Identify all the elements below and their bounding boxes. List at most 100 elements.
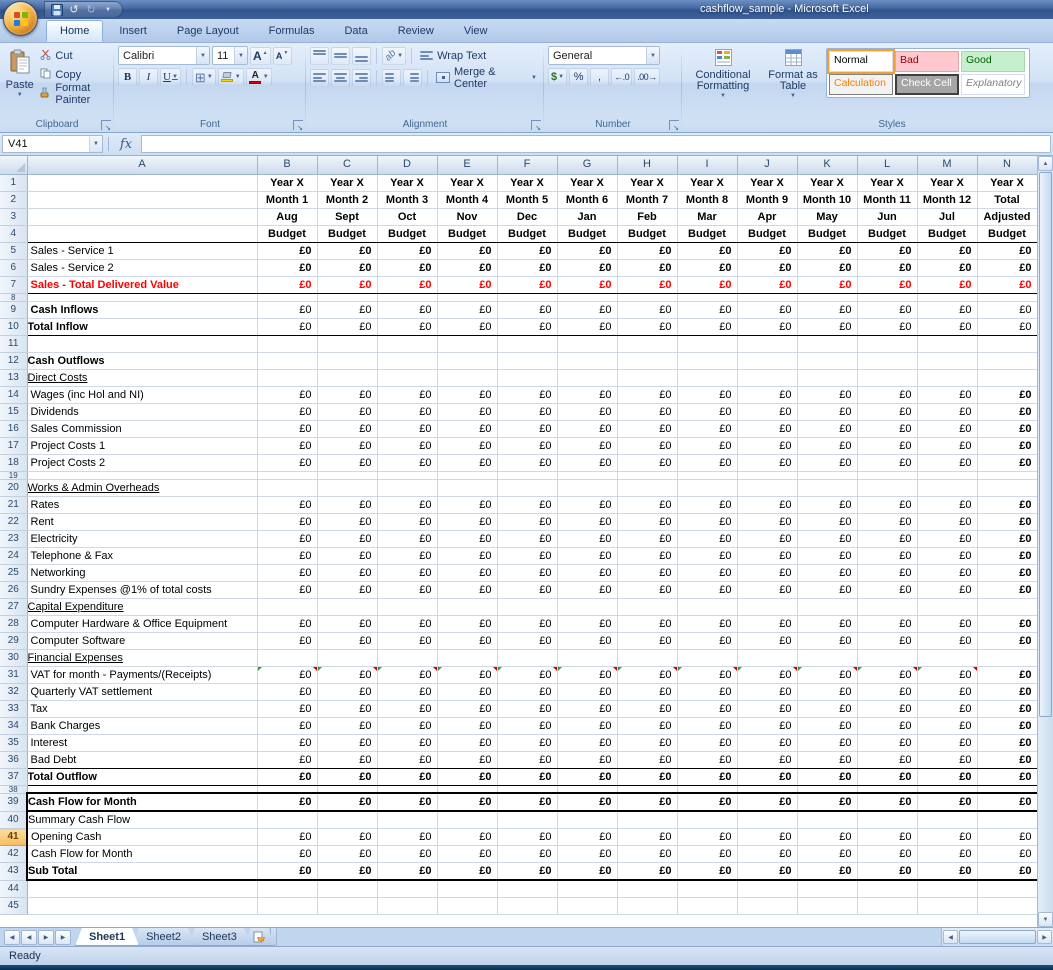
cell-K18[interactable]: £0	[797, 454, 857, 471]
cell-J42[interactable]: £0	[737, 846, 797, 863]
col-header-H[interactable]: H	[617, 156, 677, 174]
cell-N11[interactable]	[977, 335, 1037, 352]
row-header-31[interactable]: 31	[0, 666, 27, 683]
cell-I29[interactable]: £0	[677, 632, 737, 649]
cell-G31[interactable]: £0	[557, 666, 617, 683]
cell-B4[interactable]: Budget	[257, 225, 317, 242]
cell-M5[interactable]: £0	[917, 242, 977, 259]
cell-I44[interactable]	[677, 880, 737, 897]
cell-I45[interactable]	[677, 897, 737, 914]
cell-H15[interactable]: £0	[617, 403, 677, 420]
cell-H4[interactable]: Budget	[617, 225, 677, 242]
cell-F35[interactable]: £0	[497, 734, 557, 751]
cell-J35[interactable]: £0	[737, 734, 797, 751]
cell-E40[interactable]	[437, 811, 497, 829]
cell-H14[interactable]: £0	[617, 386, 677, 403]
cell-B10[interactable]: £0	[257, 318, 317, 335]
cell-K30[interactable]	[797, 649, 857, 666]
cell-D43[interactable]: £0	[377, 863, 437, 881]
cell-N19[interactable]	[977, 471, 1037, 479]
cell-M6[interactable]: £0	[917, 259, 977, 276]
cell-N2[interactable]: Total	[977, 191, 1037, 208]
cell-N25[interactable]: £0	[977, 564, 1037, 581]
cell-B22[interactable]: £0	[257, 513, 317, 530]
cell-A40[interactable]: Summary Cash Flow	[27, 811, 257, 829]
cell-J3[interactable]: Apr	[737, 208, 797, 225]
cell-G17[interactable]: £0	[557, 437, 617, 454]
cell-A16[interactable]: Sales Commission	[27, 420, 257, 437]
cell-B3[interactable]: Aug	[257, 208, 317, 225]
cell-C28[interactable]: £0	[317, 615, 377, 632]
cell-K10[interactable]: £0	[797, 318, 857, 335]
cell-M31[interactable]: £0	[917, 666, 977, 683]
col-header-C[interactable]: C	[317, 156, 377, 174]
cell-N39[interactable]: £0	[977, 793, 1037, 811]
cell-C33[interactable]: £0	[317, 700, 377, 717]
cell-J14[interactable]: £0	[737, 386, 797, 403]
row-header-4[interactable]: 4	[0, 225, 27, 242]
cell-G7[interactable]: £0	[557, 276, 617, 293]
cell-F34[interactable]: £0	[497, 717, 557, 734]
cell-J38[interactable]	[737, 785, 797, 793]
cell-A10[interactable]: Total Inflow	[27, 318, 257, 335]
cell-J23[interactable]: £0	[737, 530, 797, 547]
cell-E10[interactable]: £0	[437, 318, 497, 335]
increase-decimal-button[interactable]: ←.0	[611, 68, 632, 86]
cell-H1[interactable]: Year X	[617, 174, 677, 191]
cell-H44[interactable]	[617, 880, 677, 897]
cell-L30[interactable]	[857, 649, 917, 666]
cell-D21[interactable]: £0	[377, 496, 437, 513]
cell-G32[interactable]: £0	[557, 683, 617, 700]
save-button[interactable]	[50, 2, 64, 17]
cell-E22[interactable]: £0	[437, 513, 497, 530]
cell-F45[interactable]	[497, 897, 557, 914]
cell-L33[interactable]: £0	[857, 700, 917, 717]
row-header-39[interactable]: 39	[0, 793, 27, 811]
cell-F42[interactable]: £0	[497, 846, 557, 863]
cell-I30[interactable]	[677, 649, 737, 666]
cell-B13[interactable]	[257, 369, 317, 386]
cell-I33[interactable]: £0	[677, 700, 737, 717]
cell-M25[interactable]: £0	[917, 564, 977, 581]
cell-C42[interactable]: £0	[317, 846, 377, 863]
cell-D31[interactable]: £0	[377, 666, 437, 683]
cell-D10[interactable]: £0	[377, 318, 437, 335]
cell-D35[interactable]: £0	[377, 734, 437, 751]
cell-N7[interactable]: £0	[977, 276, 1037, 293]
cell-D14[interactable]: £0	[377, 386, 437, 403]
cell-C24[interactable]: £0	[317, 547, 377, 564]
cell-J37[interactable]: £0	[737, 768, 797, 785]
cell-E42[interactable]: £0	[437, 846, 497, 863]
cell-N8[interactable]	[977, 293, 1037, 301]
cell-E21[interactable]: £0	[437, 496, 497, 513]
cell-D16[interactable]: £0	[377, 420, 437, 437]
cell-C11[interactable]	[317, 335, 377, 352]
font-dialog-launcher[interactable]	[293, 120, 303, 130]
cell-F38[interactable]	[497, 785, 557, 793]
cell-A38[interactable]	[27, 785, 257, 793]
cell-M10[interactable]: £0	[917, 318, 977, 335]
cell-K37[interactable]: £0	[797, 768, 857, 785]
cell-I36[interactable]: £0	[677, 751, 737, 768]
cell-M11[interactable]	[917, 335, 977, 352]
cell-F6[interactable]: £0	[497, 259, 557, 276]
cell-E2[interactable]: Month 4	[437, 191, 497, 208]
cell-G5[interactable]: £0	[557, 242, 617, 259]
cell-D12[interactable]	[377, 352, 437, 369]
cell-N23[interactable]: £0	[977, 530, 1037, 547]
cell-L27[interactable]	[857, 598, 917, 615]
cell-L2[interactable]: Month 11	[857, 191, 917, 208]
cell-L16[interactable]: £0	[857, 420, 917, 437]
cell-F17[interactable]: £0	[497, 437, 557, 454]
cell-B37[interactable]: £0	[257, 768, 317, 785]
row-header-5[interactable]: 5	[0, 242, 27, 259]
cell-E44[interactable]	[437, 880, 497, 897]
cell-N34[interactable]: £0	[977, 717, 1037, 734]
cell-J43[interactable]: £0	[737, 863, 797, 881]
cell-H26[interactable]: £0	[617, 581, 677, 598]
cell-J12[interactable]	[737, 352, 797, 369]
orientation-button[interactable]: ab▼	[382, 47, 406, 65]
cell-D36[interactable]: £0	[377, 751, 437, 768]
scroll-left-button[interactable]: ◀	[943, 930, 958, 944]
cell-G45[interactable]	[557, 897, 617, 914]
